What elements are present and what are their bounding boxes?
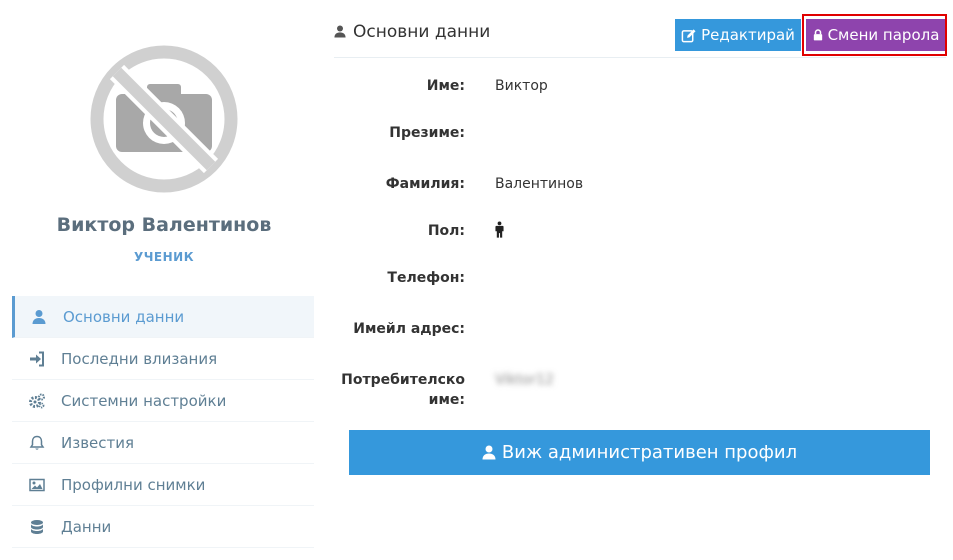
- sidebar-item-profile-pictures[interactable]: Профилни снимки: [12, 464, 314, 506]
- user-icon: [30, 308, 48, 326]
- image-icon: [28, 476, 46, 494]
- edit-button-label: Редактирай: [701, 26, 795, 44]
- profile-name: Виктор Валентинов: [56, 214, 272, 236]
- profile-role: УЧЕНИК: [133, 250, 195, 264]
- view-admin-profile-button[interactable]: Виж административен профил: [349, 430, 930, 475]
- sidebar-item-notifications[interactable]: Известия: [12, 422, 314, 464]
- first-name-value: Виктор: [495, 78, 548, 94]
- last-name-value: Валентинов: [495, 176, 584, 192]
- middle-name-label: Презиме:: [389, 125, 465, 141]
- view-admin-profile-label: Виж административен профил: [501, 442, 798, 463]
- gender-label: Пол:: [427, 223, 465, 239]
- sign-in-icon: [28, 350, 46, 368]
- username-label-line1: Потребителско: [341, 372, 465, 388]
- change-password-button[interactable]: Смени парола: [806, 19, 946, 51]
- username-value: Viktor12: [495, 372, 554, 388]
- sidebar-item-data[interactable]: Данни: [12, 506, 314, 548]
- avatar: [89, 44, 239, 194]
- sidebar-item-basic-data[interactable]: Основни данни: [12, 296, 314, 338]
- username-label-line2: име:: [428, 392, 465, 408]
- user-icon: [482, 444, 496, 461]
- sidebar-item-last-logins[interactable]: Последни влизания: [12, 338, 314, 380]
- gender-value: [495, 221, 504, 244]
- lock-icon: [813, 29, 823, 41]
- sidebar-item-label: Основни данни: [63, 307, 185, 326]
- email-label: Имейл адрес:: [353, 321, 465, 337]
- username-label: Потребителско име:: [341, 370, 465, 410]
- phone-label: Телефон:: [387, 270, 465, 286]
- sidebar-item-label: Последни влизания: [61, 349, 218, 368]
- sidebar-item-label: Системни настройки: [61, 391, 227, 410]
- sidebar-item-label: Известия: [61, 433, 135, 452]
- panel-divider: [334, 57, 946, 58]
- male-icon: [495, 221, 504, 238]
- last-name-label: Фамилия:: [385, 176, 465, 192]
- sidebar-menu: Основни данни Последни влизания Системни…: [12, 296, 314, 548]
- user-icon: [334, 24, 348, 40]
- edit-button[interactable]: Редактирай: [675, 19, 801, 51]
- change-password-button-label: Смени парола: [827, 26, 940, 44]
- database-icon: [28, 518, 46, 536]
- bell-icon: [28, 434, 46, 452]
- sidebar-item-system-settings[interactable]: Системни настройки: [12, 380, 314, 422]
- gears-icon: [28, 392, 46, 410]
- edit-icon: [681, 28, 696, 43]
- sidebar-item-label: Данни: [61, 517, 112, 536]
- panel-title: Основни данни: [334, 22, 490, 42]
- panel-title-text: Основни данни: [353, 22, 491, 42]
- no-photo-camera-icon: [90, 45, 238, 193]
- sidebar-item-label: Профилни снимки: [61, 475, 206, 494]
- first-name-label: Име:: [426, 78, 465, 94]
